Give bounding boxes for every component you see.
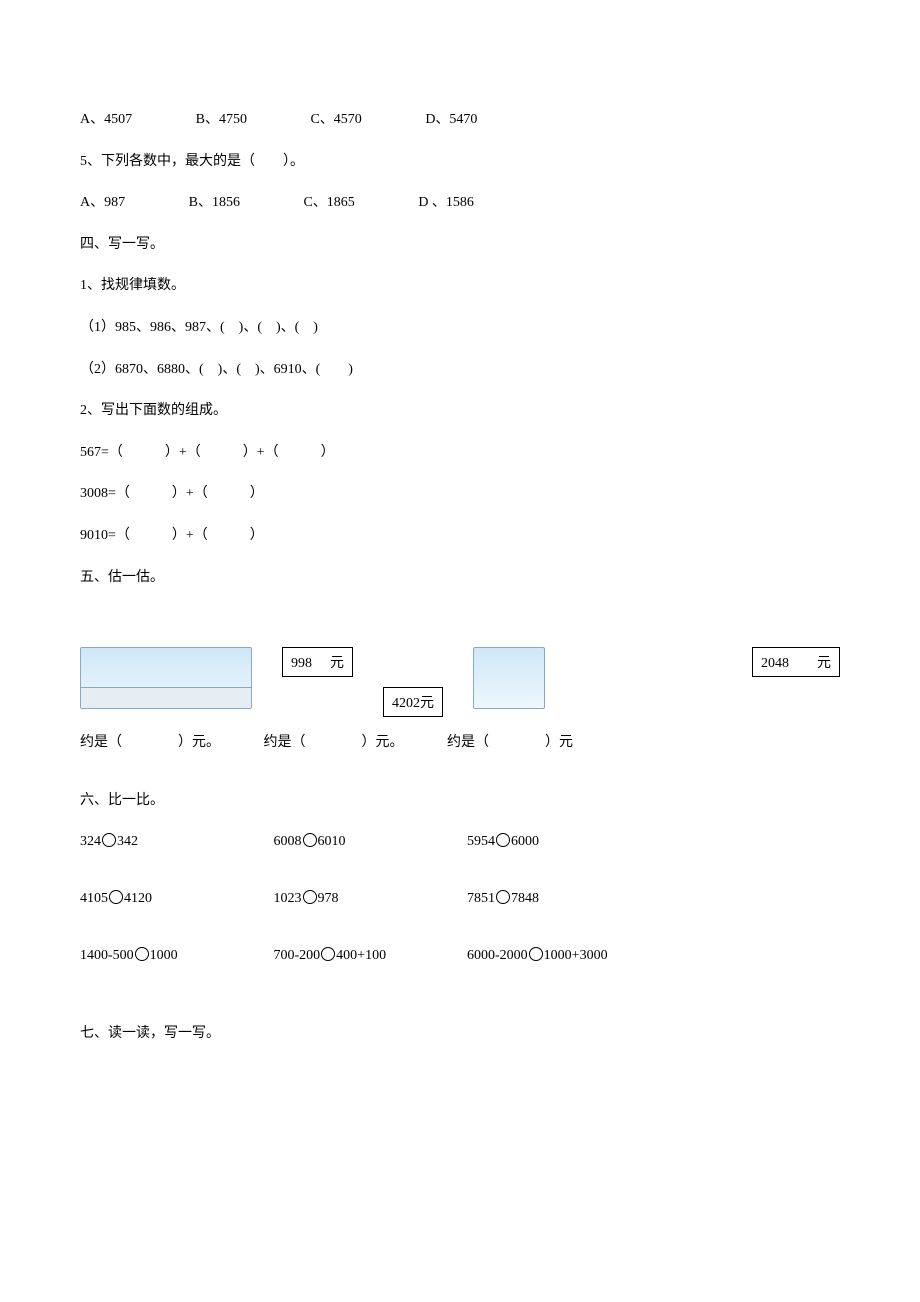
- worksheet-page: A、4507 B、4750 C、4570 D、5470 5、下列各数中，最大的是…: [0, 0, 920, 1105]
- section4-p1b: （2）6870、6880、( )、( )、6910、( ): [80, 360, 840, 380]
- price-box-1: 998 元: [282, 647, 353, 677]
- section5-title: 五、估一估。: [80, 568, 840, 588]
- appliance-illustration-3: [473, 647, 545, 709]
- price2-col: 4202元: [383, 687, 443, 721]
- price-box-2: 4202元: [383, 687, 443, 717]
- section4-p1a: （1）985、986、987、( )、( )、( ): [80, 318, 840, 338]
- approx-1: 约是（ ）元。: [80, 731, 220, 751]
- cmp-2-1: 41054120: [80, 890, 270, 907]
- section4-p2a: 567=（ ）+（ ）+（ ）: [80, 443, 840, 463]
- price-2-value: 4202元: [392, 696, 434, 711]
- compare-row-1: 324342 60086010 59546000: [80, 833, 840, 850]
- compare-row-3: 1400-5001000 700-200400+100 6000-2000100…: [80, 947, 840, 964]
- price1-col: 998 元: [282, 647, 353, 681]
- q5-option-b: B、1856: [189, 193, 240, 213]
- q5-options-line: A、987 B、1856 C、1865 D 、1586: [80, 193, 840, 213]
- q4-option-a: A、4507: [80, 110, 132, 130]
- approx-2: 约是（ ）元。: [264, 731, 404, 751]
- cmp-1-2: 60086010: [274, 833, 464, 850]
- approx-row: 约是（ ）元。 约是（ ）元。 约是（ ）元: [80, 731, 840, 751]
- section4-p1: 1、找规律填数。: [80, 276, 840, 296]
- price-1-unit: 元: [330, 656, 344, 671]
- q5-option-c: C、1865: [303, 193, 354, 213]
- item1-col: [80, 647, 252, 715]
- q4-options-line: A、4507 B、4750 C、4570 D、5470: [80, 110, 840, 130]
- section6-title: 六、比一比。: [80, 791, 840, 811]
- cmp-2-3: 78517848: [467, 890, 657, 907]
- cmp-3-3: 6000-20001000+3000: [467, 947, 727, 964]
- section5-items: 998 元 4202元 2048 元: [80, 647, 840, 721]
- item3-col: [473, 647, 545, 715]
- q4-option-b: B、4750: [196, 110, 247, 130]
- q4-option-d: D、5470: [425, 110, 477, 130]
- cmp-3-2: 700-200400+100: [274, 947, 464, 964]
- q5-option-d: D 、1586: [418, 193, 474, 213]
- appliance-illustration-1: [80, 647, 252, 709]
- price3-col: 2048 元: [752, 647, 840, 681]
- cmp-2-2: 1023978: [274, 890, 464, 907]
- price-3-value: 2048: [761, 656, 789, 671]
- section4-title: 四、写一写。: [80, 235, 840, 255]
- section4-p2: 2、写出下面数的组成。: [80, 401, 840, 421]
- price-box-3: 2048 元: [752, 647, 840, 677]
- section4-p2c: 9010=（ ）+（ ）: [80, 526, 840, 546]
- approx-3: 约是（ ）元: [447, 731, 573, 751]
- section4-p2b: 3008=（ ）+（ ）: [80, 484, 840, 504]
- cmp-1-1: 324342: [80, 833, 270, 850]
- section7-title: 七、读一读，写一写。: [80, 1024, 840, 1044]
- cmp-1-3: 59546000: [467, 833, 657, 850]
- q4-option-c: C、4570: [310, 110, 361, 130]
- compare-row-2: 41054120 1023978 78517848: [80, 890, 840, 907]
- cmp-3-1: 1400-5001000: [80, 947, 270, 964]
- price-1-value: 998: [291, 656, 312, 671]
- q5-option-a: A、987: [80, 193, 125, 213]
- price-3-unit: 元: [817, 656, 831, 671]
- q5-stem: 5、下列各数中，最大的是（ ）。: [80, 152, 840, 172]
